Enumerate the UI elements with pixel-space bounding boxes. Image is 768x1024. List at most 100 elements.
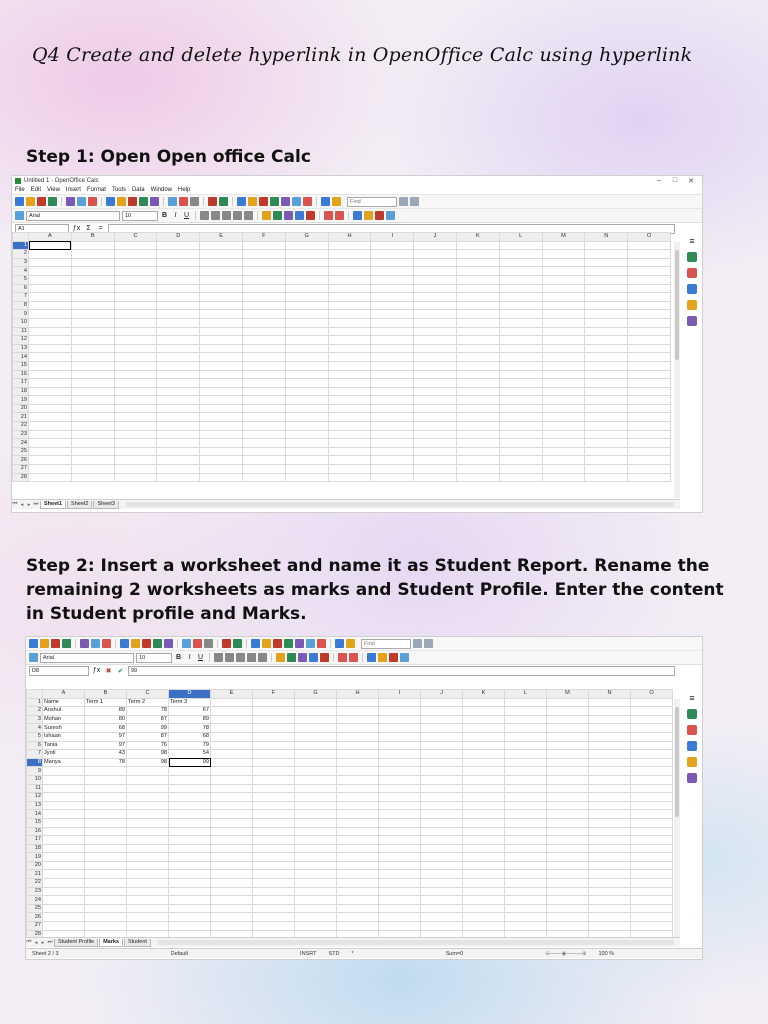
cell-M18[interactable] xyxy=(546,843,589,854)
cell-K5[interactable] xyxy=(462,731,505,742)
cell-B26[interactable] xyxy=(84,912,127,923)
row-header[interactable]: 18 xyxy=(12,386,29,397)
navigator-icon[interactable] xyxy=(687,757,697,767)
status-zoom[interactable]: 100 % xyxy=(592,951,620,957)
cell-J17[interactable] xyxy=(420,835,463,845)
cell-C23[interactable] xyxy=(113,429,158,440)
cell-C17[interactable] xyxy=(126,835,169,845)
cell-I8[interactable] xyxy=(378,757,421,768)
cell-G7[interactable] xyxy=(284,292,329,302)
cell-A20[interactable] xyxy=(42,860,85,871)
cell-L25[interactable] xyxy=(498,446,543,457)
cell-H22[interactable] xyxy=(327,421,372,431)
cell-C3[interactable] xyxy=(113,257,158,268)
s2-toolbar-icon-6[interactable] xyxy=(91,639,100,648)
cell-D11[interactable] xyxy=(156,326,201,337)
cell-O10[interactable] xyxy=(627,317,671,328)
cell-B22[interactable] xyxy=(70,421,115,431)
cell-L4[interactable] xyxy=(498,266,543,276)
cell-K23[interactable] xyxy=(462,886,505,897)
cell-K18[interactable] xyxy=(462,843,505,854)
formula-input[interactable]: 99 xyxy=(128,665,675,676)
cell-M19[interactable] xyxy=(546,852,589,862)
cell-L12[interactable] xyxy=(498,335,543,345)
cell-K15[interactable] xyxy=(462,817,505,828)
s1-toolbar-icon-25[interactable] xyxy=(270,197,279,206)
cell-I12[interactable] xyxy=(378,792,421,802)
cell-C14[interactable] xyxy=(113,352,158,362)
cell-M16[interactable] xyxy=(541,369,586,380)
styles-icon[interactable] xyxy=(687,268,697,278)
cell-G16[interactable] xyxy=(284,369,329,380)
cell-D5[interactable] xyxy=(156,274,201,285)
cell-C1[interactable] xyxy=(113,240,158,251)
row-header[interactable]: 17 xyxy=(12,378,29,388)
cell-D9[interactable] xyxy=(168,766,211,776)
s2-toolbar-icon-26[interactable] xyxy=(295,639,304,648)
next-sheet-icon[interactable]: ▸ xyxy=(40,940,46,946)
column-header-G[interactable]: G xyxy=(294,689,337,699)
s2-toolbar-icon-30[interactable] xyxy=(335,639,344,648)
cell-N3[interactable] xyxy=(588,714,631,725)
cell-O14[interactable] xyxy=(627,352,671,362)
cell-N13[interactable] xyxy=(588,800,631,811)
cell-D26[interactable] xyxy=(156,455,201,466)
cell-H12[interactable] xyxy=(336,792,379,802)
cell-C11[interactable] xyxy=(126,783,169,794)
cell-L3[interactable] xyxy=(498,257,543,268)
navigator-icon[interactable] xyxy=(687,300,697,310)
cell-M10[interactable] xyxy=(546,774,589,785)
cell-F11[interactable] xyxy=(241,326,286,337)
column-header-O[interactable]: O xyxy=(627,232,671,242)
row-header[interactable]: 15 xyxy=(26,817,43,828)
column-header-B[interactable]: B xyxy=(84,689,127,699)
cell-E3[interactable] xyxy=(199,257,243,268)
cell-I27[interactable] xyxy=(378,921,421,931)
cell-J24[interactable] xyxy=(420,895,463,905)
cell-O18[interactable] xyxy=(627,386,671,397)
cell-C4[interactable] xyxy=(113,266,158,276)
cell-I2[interactable] xyxy=(378,706,421,716)
cell-A3[interactable] xyxy=(28,257,72,268)
cell-B25[interactable] xyxy=(70,446,115,457)
column-header-N[interactable]: N xyxy=(584,232,629,242)
cell-B22[interactable] xyxy=(84,878,127,888)
cancel-icon[interactable]: ✖ xyxy=(104,667,113,675)
cell-H19[interactable] xyxy=(336,852,379,862)
cell-L20[interactable] xyxy=(498,403,543,414)
cell-C17[interactable] xyxy=(113,378,158,388)
cell-H18[interactable] xyxy=(336,843,379,854)
sidebar-menu-icon[interactable]: ≡ xyxy=(689,236,694,246)
cell-I9[interactable] xyxy=(378,766,421,776)
cell-B27[interactable] xyxy=(70,464,115,474)
cell-N16[interactable] xyxy=(588,826,631,837)
maximize-button[interactable]: □ xyxy=(667,177,683,184)
cell-M14[interactable] xyxy=(546,809,589,819)
cell-M11[interactable] xyxy=(546,783,589,794)
cell-O3[interactable] xyxy=(630,714,673,725)
cell-N27[interactable] xyxy=(588,921,631,931)
cell-A4[interactable]: Suresh xyxy=(42,723,85,733)
cell-E26[interactable] xyxy=(210,912,253,923)
s2-format-icon-1[interactable] xyxy=(225,653,234,662)
cell-G28[interactable] xyxy=(284,472,329,483)
s1-toolbar-icon-10[interactable] xyxy=(117,197,126,206)
cell-L4[interactable] xyxy=(504,723,547,733)
cell-A5[interactable] xyxy=(28,274,72,285)
cell-G10[interactable] xyxy=(294,774,337,785)
cell-M3[interactable] xyxy=(541,257,586,268)
cell-N9[interactable] xyxy=(588,766,631,776)
cell-J16[interactable] xyxy=(413,369,457,380)
cell-H25[interactable] xyxy=(336,903,379,914)
s1-toolbar-icon-26[interactable] xyxy=(281,197,290,206)
s1-toolbar-icon-15[interactable] xyxy=(168,197,177,206)
cell-M6[interactable] xyxy=(541,283,586,294)
cell-K7[interactable] xyxy=(462,749,505,759)
cell-E20[interactable] xyxy=(210,860,253,871)
menu-item-data[interactable]: Data xyxy=(132,187,145,193)
s2-toolbar-icon-31[interactable] xyxy=(346,639,355,648)
row-header[interactable]: 6 xyxy=(26,740,43,751)
s1-toolbar-icon-1[interactable] xyxy=(26,197,35,206)
cell-G19[interactable] xyxy=(284,395,329,405)
column-header-M[interactable]: M xyxy=(541,232,586,242)
